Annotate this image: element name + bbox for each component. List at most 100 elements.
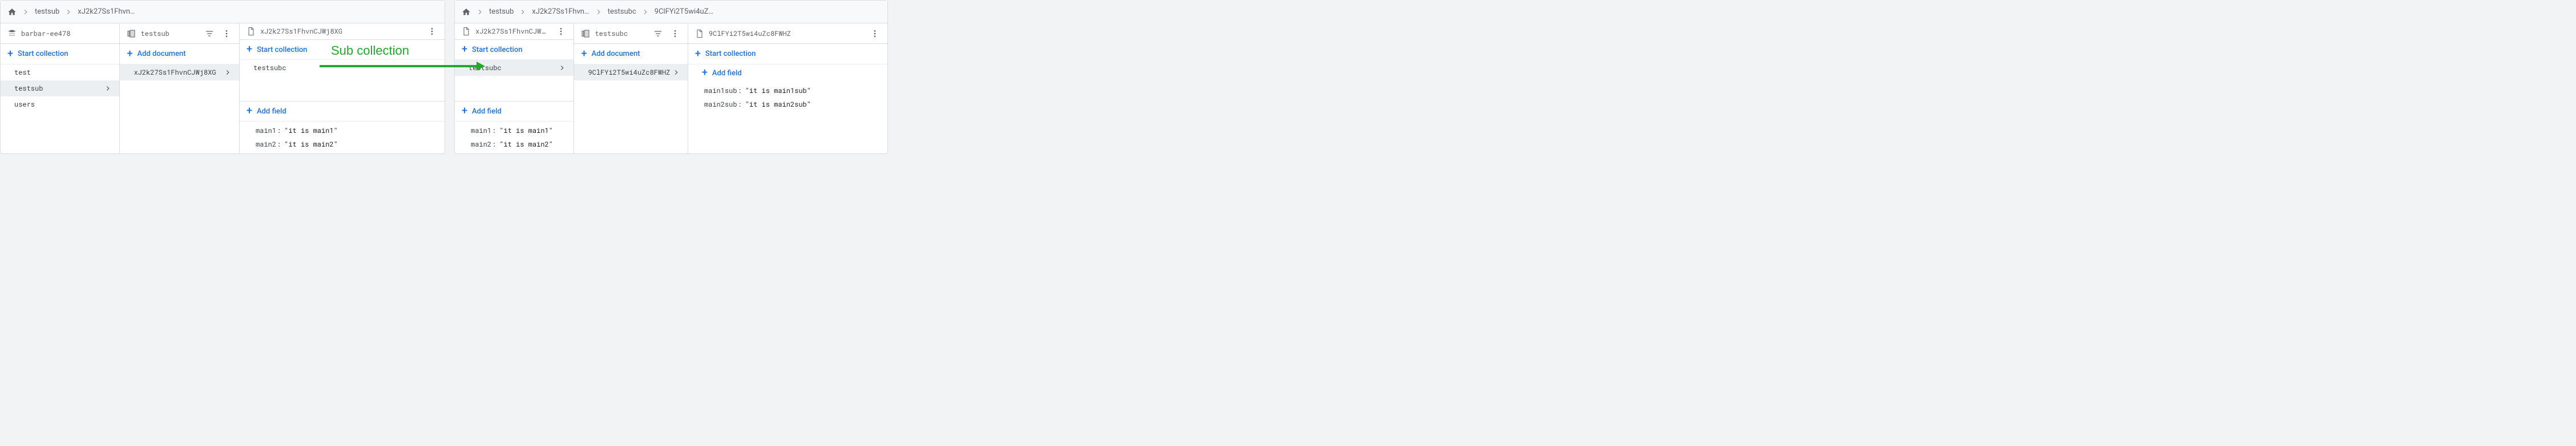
pane: 9ClFYi2T5wi4uZc8FWHZ + Start collection … bbox=[688, 23, 887, 153]
pane: xJ2k27Ss1FhvnCJWj8XG + Start collection … bbox=[240, 23, 445, 153]
breadcrumb-item[interactable]: xJ2k27Ss1Fhvn… bbox=[78, 7, 135, 16]
breadcrumb-home[interactable] bbox=[462, 7, 471, 17]
field-value: "it is main2" bbox=[499, 140, 553, 149]
field-value: "it is main1" bbox=[499, 126, 553, 135]
pane-title: testsubc bbox=[595, 29, 645, 38]
more-vert-icon[interactable] bbox=[556, 27, 566, 36]
add-field-button[interactable]: + Add field bbox=[455, 102, 574, 121]
list-item[interactable]: testsubc bbox=[455, 60, 574, 76]
more-button[interactable] bbox=[667, 26, 683, 42]
primary-action[interactable]: + Start collection bbox=[455, 40, 574, 60]
field-key: main1 bbox=[471, 126, 496, 135]
more-vert-icon[interactable] bbox=[671, 29, 680, 38]
pane: barbar-ee478 + Start collection test tes… bbox=[1, 23, 120, 153]
more-vert-icon[interactable] bbox=[222, 29, 231, 38]
primary-action[interactable]: + Add document bbox=[574, 44, 687, 64]
field-row[interactable]: main1sub "it is main1sub" bbox=[688, 84, 887, 98]
more-vert-icon[interactable] bbox=[870, 29, 879, 38]
list-item[interactable]: test bbox=[1, 64, 119, 80]
more-button[interactable] bbox=[867, 26, 883, 42]
field-row[interactable]: main2 "it is main2" bbox=[240, 137, 445, 151]
plus-icon: + bbox=[462, 106, 467, 116]
pane: xJ2k27Ss1FhvnCJWj8XG + Start collection … bbox=[455, 23, 574, 153]
plus-icon: + bbox=[695, 49, 701, 59]
breadcrumb-home[interactable] bbox=[7, 7, 17, 17]
list-item[interactable]: testsubc bbox=[240, 60, 445, 76]
action-label: Start collection bbox=[705, 50, 756, 58]
field-value: "it is main2sub" bbox=[745, 100, 811, 109]
pane-header: testsub bbox=[120, 23, 239, 44]
chevron-right-icon bbox=[594, 7, 603, 17]
home-icon[interactable] bbox=[7, 7, 17, 17]
chevron-right-icon bbox=[223, 68, 232, 77]
pane-title: 9ClFYi2T5wi4uZc8FWHZ bbox=[709, 29, 862, 38]
list-item[interactable]: xJ2k27Ss1FhvnCJWj8XG bbox=[120, 64, 239, 80]
breadcrumb: testsub xJ2k27Ss1Fhvn… testsubc 9ClFYi2T5wi… bbox=[455, 1, 887, 23]
home-icon[interactable] bbox=[462, 7, 471, 17]
breadcrumb-item[interactable]: testsub bbox=[489, 7, 514, 16]
field-key: main1 bbox=[256, 126, 281, 135]
field-key: main2 bbox=[471, 140, 496, 149]
pane-title: xJ2k27Ss1FhvnCJWj8XG bbox=[260, 27, 419, 36]
primary-action[interactable]: + Start collection bbox=[1, 44, 119, 64]
pane-header: xJ2k27Ss1FhvnCJWj8XG bbox=[240, 23, 445, 40]
breadcrumb-item[interactable]: xJ2k27Ss1Fhvn… bbox=[532, 7, 589, 16]
more-button[interactable] bbox=[553, 23, 569, 39]
add-field-button[interactable]: + Add field bbox=[240, 102, 445, 121]
plus-icon: + bbox=[581, 49, 587, 59]
filter-icon[interactable] bbox=[653, 29, 663, 38]
item-label: testsub bbox=[14, 84, 103, 93]
item-label: testsubc bbox=[469, 63, 558, 72]
pane: testsub + Add document xJ2k27Ss1FhvnCJWj… bbox=[120, 23, 239, 153]
chevron-right-icon bbox=[518, 7, 527, 17]
filter-button[interactable] bbox=[201, 26, 217, 42]
chevron-right-icon bbox=[641, 7, 650, 17]
field-row[interactable]: main2sub "it is main2sub" bbox=[688, 98, 887, 111]
action-label: Start collection bbox=[472, 46, 522, 54]
breadcrumb-item[interactable]: 9ClFYi2T5wi4uZ… bbox=[655, 7, 713, 16]
item-list: xJ2k27Ss1FhvnCJWj8XG bbox=[120, 64, 239, 80]
item-list: test testsub users bbox=[1, 64, 119, 112]
field-key: main1sub bbox=[704, 86, 742, 95]
list-item[interactable]: testsub bbox=[1, 80, 119, 96]
more-button[interactable] bbox=[219, 26, 235, 42]
pane-header: testsubc bbox=[574, 23, 687, 44]
chevron-right-icon bbox=[64, 7, 73, 17]
pane-title: xJ2k27Ss1FhvnCJWj8XG bbox=[475, 27, 548, 36]
field-row[interactable]: main1 "it is main1" bbox=[240, 124, 445, 137]
item-label: 9ClFYi2T5wi4uZc8FWHZ bbox=[588, 68, 671, 77]
pane-header: xJ2k27Ss1FhvnCJWj8XG bbox=[455, 23, 574, 40]
field-row[interactable]: main2 "it is main2" bbox=[455, 137, 574, 151]
list-item[interactable]: 9ClFYi2T5wi4uZc8FWHZ bbox=[574, 64, 687, 80]
document-icon bbox=[462, 27, 471, 36]
field-key: main2sub bbox=[704, 100, 742, 109]
breadcrumb-item[interactable]: testsubc bbox=[608, 7, 636, 16]
chevron-right-icon bbox=[518, 7, 527, 17]
item-label: testsubc bbox=[253, 63, 438, 72]
chevron-right-icon bbox=[21, 7, 30, 17]
filter-button[interactable] bbox=[650, 26, 666, 42]
action-label: Add document bbox=[591, 50, 640, 58]
console-left: testsub xJ2k27Ss1Fhvn… barbar-ee478 + Sta… bbox=[0, 0, 445, 154]
chevron-right-icon bbox=[64, 7, 73, 17]
chevron-right-icon bbox=[475, 7, 484, 17]
field-row[interactable]: main1 "it is main1" bbox=[455, 124, 574, 137]
list-item[interactable]: users bbox=[1, 96, 119, 112]
action-label: Start collection bbox=[18, 50, 68, 58]
item-label: users bbox=[14, 100, 112, 109]
add-field-button[interactable]: + Add field bbox=[688, 64, 887, 82]
breadcrumb-item[interactable]: testsub bbox=[35, 7, 59, 16]
more-vert-icon[interactable] bbox=[427, 27, 437, 36]
primary-action[interactable]: + Start collection bbox=[240, 40, 445, 60]
field-list: main1 "it is main1" main2 "it is main2" bbox=[240, 121, 445, 153]
primary-action[interactable]: + Add document bbox=[120, 44, 239, 64]
chevron-right-icon bbox=[475, 7, 484, 17]
field-key: main2 bbox=[256, 140, 281, 149]
primary-action[interactable]: + Start collection bbox=[688, 44, 887, 64]
more-button[interactable] bbox=[424, 23, 440, 39]
filter-icon[interactable] bbox=[205, 29, 214, 38]
item-list: 9ClFYi2T5wi4uZc8FWHZ bbox=[574, 64, 687, 80]
pane-title: testsub bbox=[140, 29, 196, 38]
chevron-right-icon bbox=[672, 68, 681, 77]
pane: testsubc + Add document 9ClFYi2T5wi4uZc8… bbox=[574, 23, 688, 153]
